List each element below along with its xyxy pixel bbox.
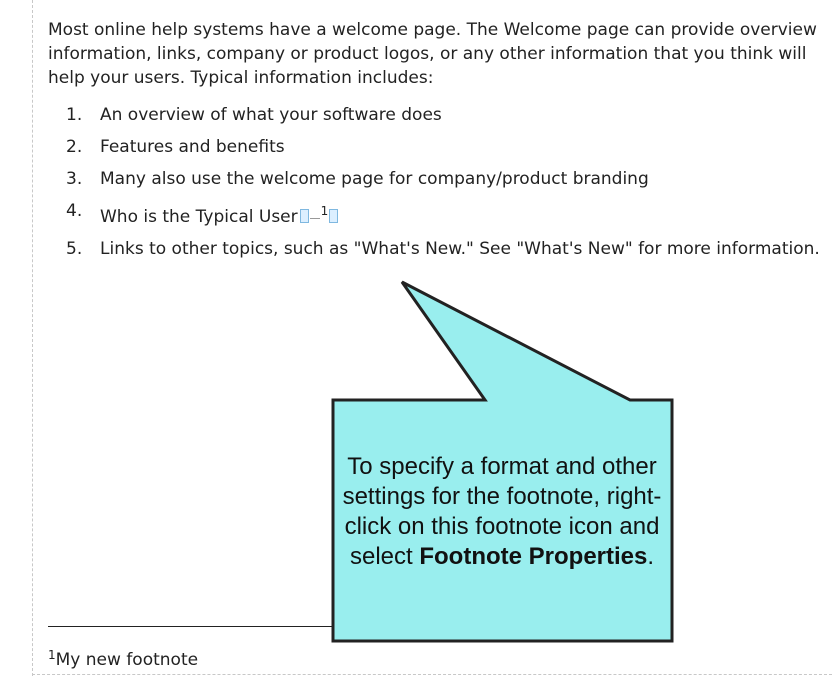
list-item-number: 4.: [66, 201, 83, 221]
list-item: 2. Features and benefits: [48, 135, 833, 159]
callout-text-end: .: [647, 543, 655, 570]
footnote-text: My new footnote: [55, 650, 199, 670]
callout-text: To specify a format and other settings f…: [340, 452, 664, 572]
intro-paragraph: Most online help systems have a welcome …: [48, 20, 817, 88]
list-item: 1. An overview of what your software doe…: [48, 103, 833, 127]
list-item: 5. Links to other topics, such as "What'…: [48, 237, 833, 261]
list-item-text: An overview of what your software does: [100, 105, 442, 125]
page-border-bottom: [32, 674, 832, 675]
footnote: 1My new footnote: [48, 643, 198, 672]
list-item: 3. Many also use the welcome page for co…: [48, 167, 833, 191]
list-item-text: Features and benefits: [100, 137, 285, 157]
page-border-left: [32, 0, 33, 676]
list-item-number: 5.: [66, 239, 83, 259]
list-item: 4. Who is the Typical User 1: [48, 199, 833, 229]
list-item-number: 2.: [66, 137, 83, 157]
list-item-number: 3.: [66, 169, 83, 189]
list-item-text: Who is the Typical User: [100, 207, 298, 227]
document-content[interactable]: Most online help systems have a welcome …: [48, 18, 833, 269]
callout-text-bold: Footnote Properties: [419, 543, 648, 570]
footnote-dash-icon: [309, 218, 320, 219]
list-item-text: Many also use the welcome page for compa…: [100, 169, 649, 189]
list-item-number: 1.: [66, 105, 83, 125]
footnote-marker[interactable]: 1: [299, 199, 339, 229]
footnote-separator: [48, 626, 348, 627]
footnote-reference-number: 1: [320, 204, 329, 218]
footnote-start-icon: [299, 209, 309, 223]
footnote-end-icon: [329, 209, 339, 223]
list-item-text: Links to other topics, such as "What's N…: [100, 239, 820, 259]
numbered-list: 1. An overview of what your software doe…: [48, 103, 833, 261]
editor-frame: Most online help systems have a welcome …: [0, 0, 837, 676]
footnote-number: 1: [48, 648, 56, 662]
